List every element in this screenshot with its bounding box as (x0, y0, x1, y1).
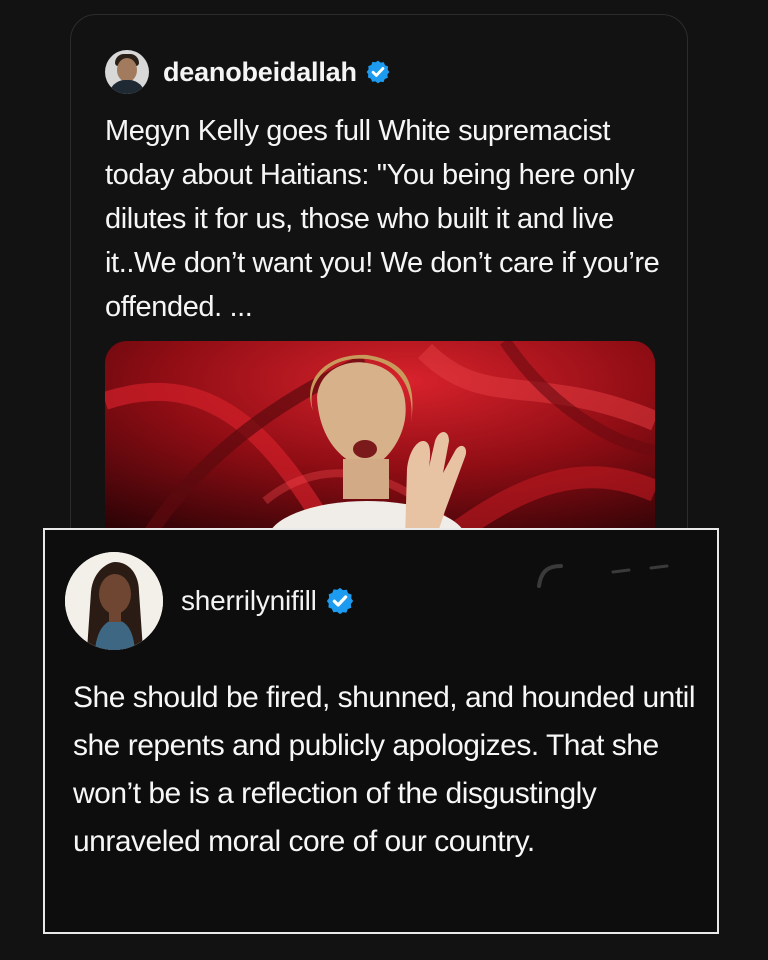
user-avatar-icon (65, 552, 163, 650)
reply-header: sherrilynifill (65, 552, 355, 650)
post-username[interactable]: deanobeidallah (163, 57, 357, 88)
post-card[interactable]: deanobeidallah Megyn Kelly goes full Whi… (70, 14, 688, 576)
video-thumbnail-icon (105, 341, 655, 541)
verified-badge-icon (326, 587, 353, 615)
verified-badge-icon (366, 60, 390, 84)
reply-username[interactable]: sherrilynifill (181, 585, 317, 617)
reply-card[interactable]: sherrilynifill She should be fired, shun… (43, 528, 719, 934)
post-header: deanobeidallah (105, 49, 391, 95)
post-media-thumbnail[interactable] (105, 341, 655, 541)
reply-avatar[interactable] (65, 552, 163, 650)
reply-text: She should be fired, shunned, and hounde… (73, 681, 696, 858)
faded-mark-icon (537, 564, 669, 588)
post-avatar[interactable] (105, 50, 149, 94)
post-text: Megyn Kelly goes full White supremacist … (105, 115, 660, 323)
